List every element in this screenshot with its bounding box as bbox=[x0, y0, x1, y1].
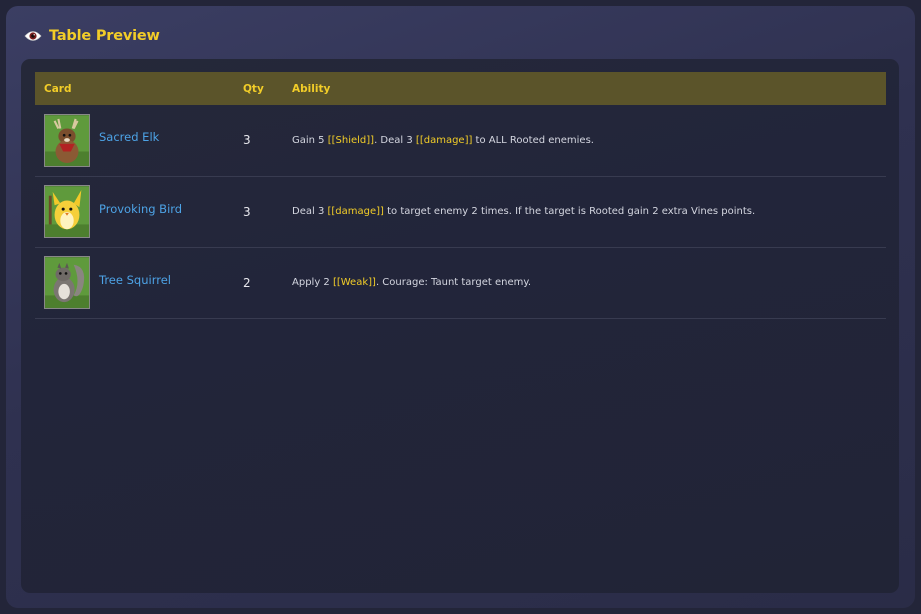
keyword-weak: [[Weak]] bbox=[332, 277, 376, 288]
sacred-elk-portrait[interactable] bbox=[44, 113, 90, 167]
table-panel: Card Qty Ability Sacred Elk 3 Gain 5 [[S… bbox=[21, 59, 899, 593]
eye-icon bbox=[24, 31, 42, 41]
card-name[interactable]: Sacred Elk bbox=[99, 130, 159, 144]
card-cell: Provoking Bird bbox=[35, 176, 243, 247]
preview-window: Table Preview Card Qty Ability Sacred El… bbox=[6, 6, 915, 608]
column-header-qty: Qty bbox=[243, 82, 264, 95]
ability-cell: Apply 2 [[Weak]]. Courage: Taunt target … bbox=[292, 277, 532, 288]
card-table: Card Qty Ability Sacred Elk 3 Gain 5 [[S… bbox=[35, 72, 886, 319]
ability-cell: Deal 3 [[damage]] to target enemy 2 time… bbox=[292, 206, 756, 217]
card-name[interactable]: Provoking Bird bbox=[99, 202, 182, 216]
card-name[interactable]: Tree Squirrel bbox=[99, 273, 171, 287]
ability-cell: Gain 5 [[Shield]]. Deal 3 [[damage]] to … bbox=[292, 134, 594, 146]
qty-cell: 3 bbox=[243, 133, 251, 148]
keyword-shield: [[Shield]] bbox=[327, 134, 375, 146]
column-header-card: Card bbox=[44, 82, 72, 95]
table-header-row: Card Qty Ability bbox=[35, 72, 886, 105]
keyword-damage: [[damage]] bbox=[327, 206, 384, 217]
provoking-bird-portrait[interactable] bbox=[44, 185, 90, 238]
table-row: Provoking Bird 3 Deal 3 [[damage]] to ta… bbox=[35, 176, 886, 247]
table-row: Sacred Elk 3 Gain 5 [[Shield]]. Deal 3 [… bbox=[35, 105, 886, 176]
qty-cell: 2 bbox=[243, 275, 251, 290]
card-cell: Sacred Elk bbox=[35, 105, 243, 176]
card-cell: Tree Squirrel bbox=[35, 247, 243, 318]
keyword-damage: [[damage]] bbox=[415, 134, 473, 146]
column-header-ability: Ability bbox=[292, 82, 331, 95]
page-title: Table Preview bbox=[49, 28, 160, 44]
table-row: Tree Squirrel 2 Apply 2 [[Weak]]. Courag… bbox=[35, 247, 886, 318]
qty-cell: 3 bbox=[243, 204, 251, 219]
section-header: Table Preview bbox=[24, 26, 160, 46]
tree-squirrel-portrait[interactable] bbox=[44, 256, 90, 309]
